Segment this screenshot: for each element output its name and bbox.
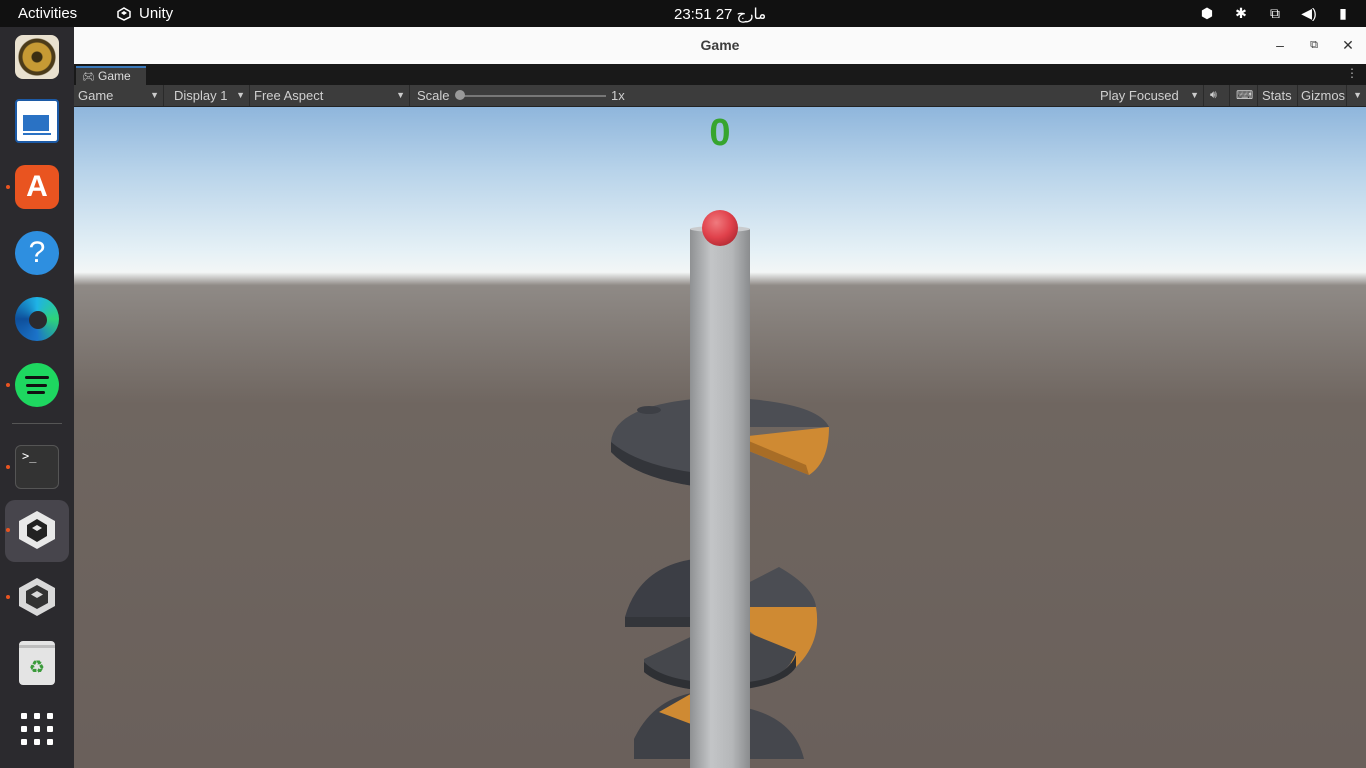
trash-icon: ♻ bbox=[19, 641, 55, 685]
dock-item-terminal[interactable]: >_ bbox=[0, 437, 74, 497]
dock: A ? >_ ♻ bbox=[0, 27, 74, 768]
activities-button[interactable]: Activities bbox=[18, 5, 77, 22]
maximize-icon[interactable]: ⧉ bbox=[1305, 36, 1323, 54]
terminal-icon: >_ bbox=[15, 445, 59, 489]
dock-item-rhythmbox[interactable] bbox=[0, 27, 74, 87]
tab-game-label: Game bbox=[98, 69, 131, 83]
aspect-dropdown[interactable]: Free Aspect ▼ bbox=[250, 85, 410, 106]
dock-item-unity[interactable] bbox=[0, 567, 74, 627]
help-icon: ? bbox=[15, 231, 59, 275]
game-viewport[interactable]: 0 bbox=[74, 107, 1366, 768]
play-mode-dropdown-label: Play Focused bbox=[1100, 88, 1179, 103]
aspect-dropdown-label: Free Aspect bbox=[254, 88, 324, 103]
volume-icon[interactable]: ◀) bbox=[1300, 4, 1318, 22]
tab-strip: 🎮︎ Game ⋮ bbox=[74, 64, 1366, 85]
play-mode-dropdown[interactable]: Play Focused ▼ bbox=[1096, 85, 1204, 106]
app-center-icon: A bbox=[15, 165, 59, 209]
battery-icon[interactable]: ▮ bbox=[1334, 4, 1352, 22]
network-icon[interactable]: ⧉ bbox=[1266, 4, 1284, 22]
running-indicator bbox=[6, 383, 10, 387]
unity-game-window: Game – ⧉ ✕ 🎮︎ Game ⋮ Game ▼ Display 1 ▼ … bbox=[74, 27, 1366, 768]
keyboard-icon[interactable]: ⌨ bbox=[1232, 85, 1258, 106]
spotify-icon bbox=[15, 363, 59, 407]
dock-item-help[interactable]: ? bbox=[0, 223, 74, 283]
view-dropdown[interactable]: Game ▼ bbox=[74, 85, 164, 106]
system-tray[interactable]: ⬢ ✱ ⧉ ◀) ▮ bbox=[1198, 4, 1352, 22]
gizmos-button[interactable]: Gizmos bbox=[1297, 85, 1347, 106]
scale-slider-track[interactable] bbox=[458, 95, 606, 97]
libreoffice-writer-icon bbox=[15, 99, 59, 143]
running-indicator bbox=[6, 595, 10, 599]
tab-game[interactable]: 🎮︎ Game bbox=[76, 66, 146, 85]
dock-item-spotify[interactable] bbox=[0, 355, 74, 415]
dock-item-show-apps[interactable] bbox=[0, 699, 74, 759]
dock-item-unity-hub[interactable] bbox=[0, 500, 74, 562]
chevron-down-icon: ▼ bbox=[1353, 90, 1362, 100]
mute-audio-icon[interactable]: 🔊︎ bbox=[1206, 85, 1230, 106]
unity-small-icon bbox=[117, 6, 131, 21]
unity-tray-icon[interactable]: ⬢ bbox=[1198, 4, 1216, 22]
display-dropdown-label: Display 1 bbox=[174, 88, 228, 103]
window-title: Game bbox=[700, 37, 740, 53]
weather-icon[interactable]: ✱ bbox=[1232, 4, 1250, 22]
dock-item-edge[interactable] bbox=[0, 289, 74, 349]
rhythmbox-icon bbox=[15, 35, 59, 79]
minimize-icon[interactable]: – bbox=[1271, 36, 1289, 54]
chevron-down-icon: ▼ bbox=[236, 90, 245, 100]
chevron-down-icon: ▼ bbox=[150, 90, 159, 100]
game-toolbar: Game ▼ Display 1 ▼ Free Aspect ▼ Scale 1… bbox=[74, 85, 1366, 107]
show-apps-icon bbox=[21, 713, 53, 745]
app-menu-label: Unity bbox=[139, 5, 174, 22]
running-indicator bbox=[6, 465, 10, 469]
window-titlebar[interactable]: Game – ⧉ ✕ bbox=[74, 27, 1366, 65]
stats-button[interactable]: Stats bbox=[1258, 85, 1298, 106]
chevron-down-icon: ▼ bbox=[396, 90, 405, 100]
dock-item-writer[interactable] bbox=[0, 91, 74, 151]
scale-value: 1x bbox=[611, 88, 625, 103]
chevron-down-icon: ▼ bbox=[1190, 90, 1199, 100]
app-menu[interactable]: Unity bbox=[117, 5, 173, 22]
scale-slider-handle[interactable] bbox=[455, 90, 465, 100]
dock-separator bbox=[12, 423, 62, 424]
more-options-icon[interactable]: ⋮ bbox=[1346, 66, 1358, 80]
display-dropdown[interactable]: Display 1 ▼ bbox=[170, 85, 250, 106]
helix-tower-scene bbox=[611, 210, 829, 768]
score-label: 0 bbox=[709, 112, 731, 154]
dock-item-app-center[interactable]: A bbox=[0, 157, 74, 217]
central-pillar bbox=[690, 229, 750, 768]
close-icon[interactable]: ✕ bbox=[1339, 36, 1357, 54]
gizmos-dropdown[interactable]: ▼ bbox=[1347, 85, 1366, 106]
gamepad-icon: 🎮︎ bbox=[82, 72, 95, 83]
dock-item-trash[interactable]: ♻ bbox=[0, 633, 74, 693]
running-indicator bbox=[6, 185, 10, 189]
unity-icon bbox=[19, 578, 55, 616]
edge-icon bbox=[15, 297, 59, 341]
ball bbox=[702, 210, 738, 246]
top-bar: Activities Unity مارج 27 23:51 ⬢ ✱ ⧉ ◀) … bbox=[0, 0, 1366, 27]
view-dropdown-label: Game bbox=[78, 88, 114, 103]
running-indicator bbox=[6, 528, 10, 532]
unity-hub-icon bbox=[19, 511, 55, 549]
clock[interactable]: مارج 27 23:51 bbox=[674, 5, 766, 23]
